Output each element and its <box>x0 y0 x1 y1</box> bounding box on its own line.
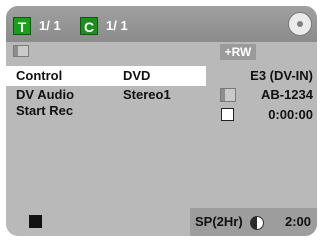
setting-value: Stereo1 <box>123 87 171 102</box>
tape-icon <box>13 45 29 57</box>
chapter-counter: 1/ 1 <box>106 18 128 33</box>
setting-value: DVD <box>123 68 151 83</box>
checkbox[interactable] <box>221 108 234 121</box>
title-counter: 1/ 1 <box>39 18 61 33</box>
status-bar: T 1/ 1 C 1/ 1 <box>6 6 317 42</box>
record-mode: SP(2Hr) <box>195 214 243 229</box>
tape-id: AB-1234 <box>260 87 313 102</box>
input-name: E3 (DV-IN) <box>250 68 313 83</box>
chapter-badge: C <box>80 17 98 35</box>
stop-icon <box>29 215 42 228</box>
disc-icon <box>288 12 312 36</box>
remaining-time: 2:00 <box>284 214 311 229</box>
title-badge: T <box>13 17 31 35</box>
media-format-badge: +RW <box>220 44 256 60</box>
tape-small-icon <box>220 88 236 102</box>
setting-label: Start Rec <box>16 103 74 118</box>
half-pie-icon <box>250 216 264 230</box>
time-code: 0:00:00 <box>268 107 313 122</box>
setting-label: DV Audio <box>16 87 75 102</box>
osd-screen: T 1/ 1 C 1/ 1 +RW Control DVD DV Audio S… <box>6 6 317 236</box>
setting-label: Control <box>16 68 63 83</box>
